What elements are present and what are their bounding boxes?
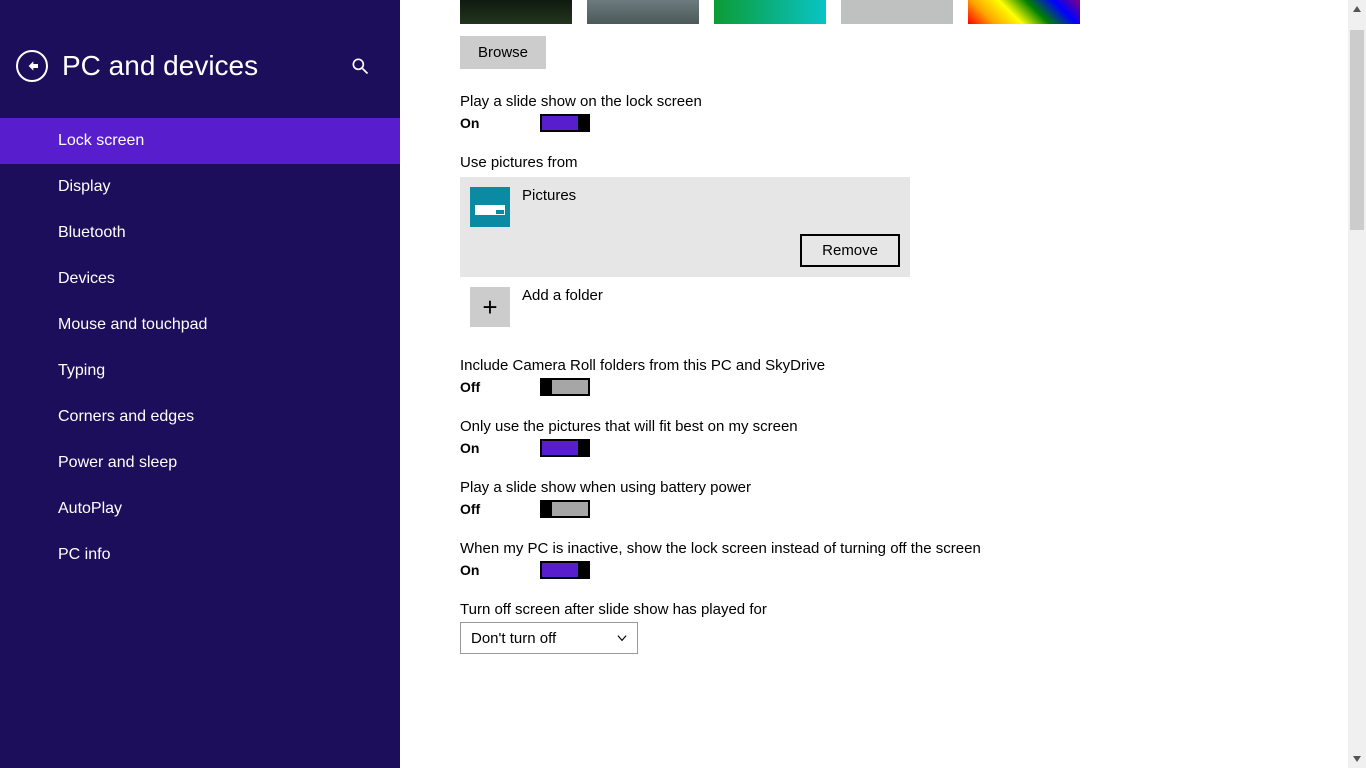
vertical-scrollbar[interactable] — [1348, 0, 1366, 768]
main-content: Browse Play a slide show on the lock scr… — [400, 0, 1366, 768]
toggle-state: Off — [460, 379, 540, 395]
setting-turn-off: Turn off screen after slide show has pla… — [460, 601, 1306, 654]
toggle-state: Off — [460, 501, 540, 517]
toggle-state: On — [460, 440, 540, 456]
setting-battery: Play a slide show when using battery pow… — [460, 479, 1306, 518]
nav-item-bluetooth[interactable]: Bluetooth — [0, 210, 400, 256]
nav-item-power-sleep[interactable]: Power and sleep — [0, 440, 400, 486]
scroll-up-arrow[interactable] — [1348, 0, 1366, 18]
nav-item-mouse-touchpad[interactable]: Mouse and touchpad — [0, 302, 400, 348]
setting-slideshow: Play a slide show on the lock screen On — [460, 93, 1306, 132]
add-folder-label: Add a folder — [522, 287, 603, 304]
thumbnail-row — [460, 0, 1306, 24]
sidebar: PC and devices Lock screen Display Bluet… — [0, 0, 400, 768]
lockscreen-thumb-3[interactable] — [714, 0, 826, 24]
toggle-state: On — [460, 562, 540, 578]
scrollbar-thumb[interactable] — [1350, 30, 1364, 230]
plus-icon: + — [482, 292, 497, 323]
remove-button[interactable]: Remove — [800, 234, 900, 267]
toggle-row: Off — [460, 500, 1306, 518]
setting-label: Play a slide show on the lock screen — [460, 93, 1306, 110]
toggle-state: On — [460, 115, 540, 131]
toggle-battery[interactable] — [540, 500, 590, 518]
select-value: Don't turn off — [471, 630, 556, 647]
folder-icon — [470, 187, 510, 227]
chevron-down-icon — [615, 631, 629, 645]
browse-button[interactable]: Browse — [460, 36, 546, 69]
setting-label: Play a slide show when using battery pow… — [460, 479, 1306, 496]
nav-item-autoplay[interactable]: AutoPlay — [0, 486, 400, 532]
sidebar-title: PC and devices — [62, 50, 350, 82]
setting-label: When my PC is inactive, show the lock sc… — [460, 540, 1306, 557]
nav-list: Lock screen Display Bluetooth Devices Mo… — [0, 118, 400, 578]
toggle-inactive[interactable] — [540, 561, 590, 579]
toggle-slideshow[interactable] — [540, 114, 590, 132]
setting-fit-best: Only use the pictures that will fit best… — [460, 418, 1306, 457]
triangle-down-icon — [1352, 754, 1362, 764]
lockscreen-thumb-5[interactable] — [968, 0, 1080, 24]
setting-label: Include Camera Roll folders from this PC… — [460, 357, 1306, 374]
triangle-up-icon — [1352, 4, 1362, 14]
nav-item-pc-info[interactable]: PC info — [0, 532, 400, 578]
search-icon — [350, 56, 370, 76]
toggle-camera-roll[interactable] — [540, 378, 590, 396]
turn-off-select[interactable]: Don't turn off — [460, 622, 638, 654]
sidebar-header: PC and devices — [0, 0, 400, 118]
folder-selection-box: Pictures Remove — [460, 177, 910, 277]
folder-name: Pictures — [522, 187, 576, 204]
setting-label: Turn off screen after slide show has pla… — [460, 601, 1306, 618]
back-button[interactable] — [16, 50, 48, 82]
add-folder-row: + Add a folder — [460, 287, 1306, 327]
lockscreen-thumb-4[interactable] — [841, 0, 953, 24]
search-button[interactable] — [350, 56, 370, 76]
setting-camera-roll: Include Camera Roll folders from this PC… — [460, 357, 1306, 396]
nav-item-display[interactable]: Display — [0, 164, 400, 210]
nav-item-devices[interactable]: Devices — [0, 256, 400, 302]
nav-item-lock-screen[interactable]: Lock screen — [0, 118, 400, 164]
arrow-left-icon — [24, 58, 40, 74]
toggle-row: On — [460, 561, 1306, 579]
toggle-fit-best[interactable] — [540, 439, 590, 457]
nav-item-corners-edges[interactable]: Corners and edges — [0, 394, 400, 440]
toggle-row: On — [460, 114, 1306, 132]
settings-window: PC and devices Lock screen Display Bluet… — [0, 0, 1366, 768]
lockscreen-thumb-1[interactable] — [460, 0, 572, 24]
use-from-label: Use pictures from — [460, 154, 1306, 171]
lockscreen-thumb-2[interactable] — [587, 0, 699, 24]
scroll-down-arrow[interactable] — [1348, 750, 1366, 768]
add-folder-button[interactable]: + — [470, 287, 510, 327]
setting-inactive: When my PC is inactive, show the lock sc… — [460, 540, 1306, 579]
setting-label: Only use the pictures that will fit best… — [460, 418, 1306, 435]
toggle-row: Off — [460, 378, 1306, 396]
nav-item-typing[interactable]: Typing — [0, 348, 400, 394]
toggle-row: On — [460, 439, 1306, 457]
